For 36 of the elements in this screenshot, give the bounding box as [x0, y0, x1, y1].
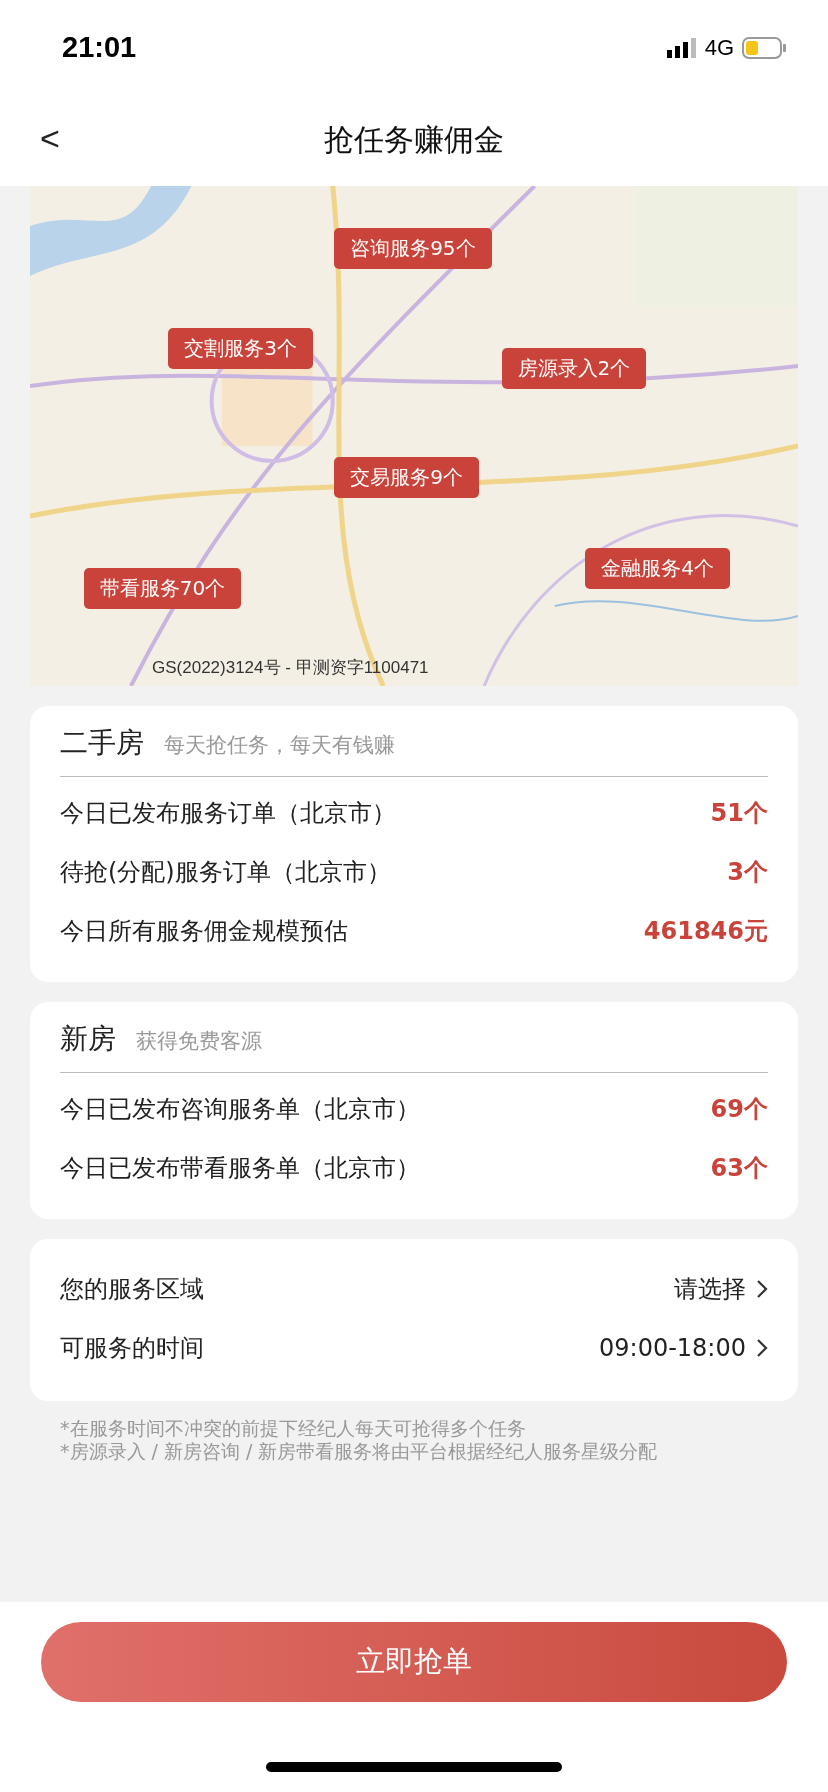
- card-subtitle: 获得免费客源: [136, 1028, 262, 1055]
- stat-value: 69个: [710, 1093, 768, 1125]
- task-count-label[interactable]: 交割服务3个: [168, 328, 313, 369]
- task-count-label[interactable]: 房源录入2个: [501, 348, 647, 389]
- stat-label: 待抢(分配)服务订单（北京市）: [60, 856, 391, 888]
- setting-value[interactable]: 请选择: [674, 1272, 768, 1305]
- note-text: *房源录入 / 新房咨询 / 新房带看服务将由平台根据经纪人服务星级分配: [60, 1439, 659, 1463]
- status-time: 21:01: [62, 31, 137, 64]
- stat-value: 3个: [727, 856, 768, 888]
- card-subtitle: 每天抢任务，每天有钱赚: [164, 732, 395, 759]
- card-title: 二手房: [60, 725, 144, 761]
- stat-label: 今日已发布服务订单（北京市）: [60, 797, 396, 829]
- signal-icon: [666, 37, 697, 58]
- stat-label: 今日所有服务佣金规模预估: [60, 915, 348, 947]
- network-label: 4G: [704, 34, 734, 61]
- task-count-label[interactable]: 交易服务9个: [334, 457, 479, 498]
- setting-label: 可服务的时间: [60, 1332, 204, 1364]
- task-count-label[interactable]: 带看服务70个: [83, 568, 242, 609]
- setting-label: 您的服务区域: [60, 1273, 204, 1305]
- stat-value: 63个: [710, 1152, 768, 1184]
- task-count-label[interactable]: 金融服务4个: [585, 548, 730, 589]
- chevron-icon: [756, 1337, 768, 1358]
- note-text: *在服务时间不冲突的前提下经纪人每天可抢得多个任务: [60, 1417, 527, 1440]
- battery-icon: [742, 36, 786, 59]
- task-count-label[interactable]: 咨询服务95个: [334, 228, 492, 269]
- chevron-icon: [756, 1278, 768, 1299]
- stat-value: 51个: [710, 797, 768, 829]
- stat-value: 461846元: [643, 915, 768, 947]
- stat-label: 今日已发布带看服务单（北京市）: [60, 1152, 420, 1184]
- back-button[interactable]: <: [30, 115, 70, 162]
- stat-label: 今日已发布咨询服务单（北京市）: [60, 1093, 420, 1125]
- grab-order-button[interactable]: 立即抢单: [41, 1622, 787, 1702]
- setting-value[interactable]: 09:00-18:00: [599, 1333, 768, 1362]
- map-attribution: GS(2022)3124号 - 甲测资字1100471: [152, 657, 429, 679]
- page-title: 抢任务赚佣金: [324, 121, 504, 159]
- card-title: 新房: [60, 1021, 116, 1057]
